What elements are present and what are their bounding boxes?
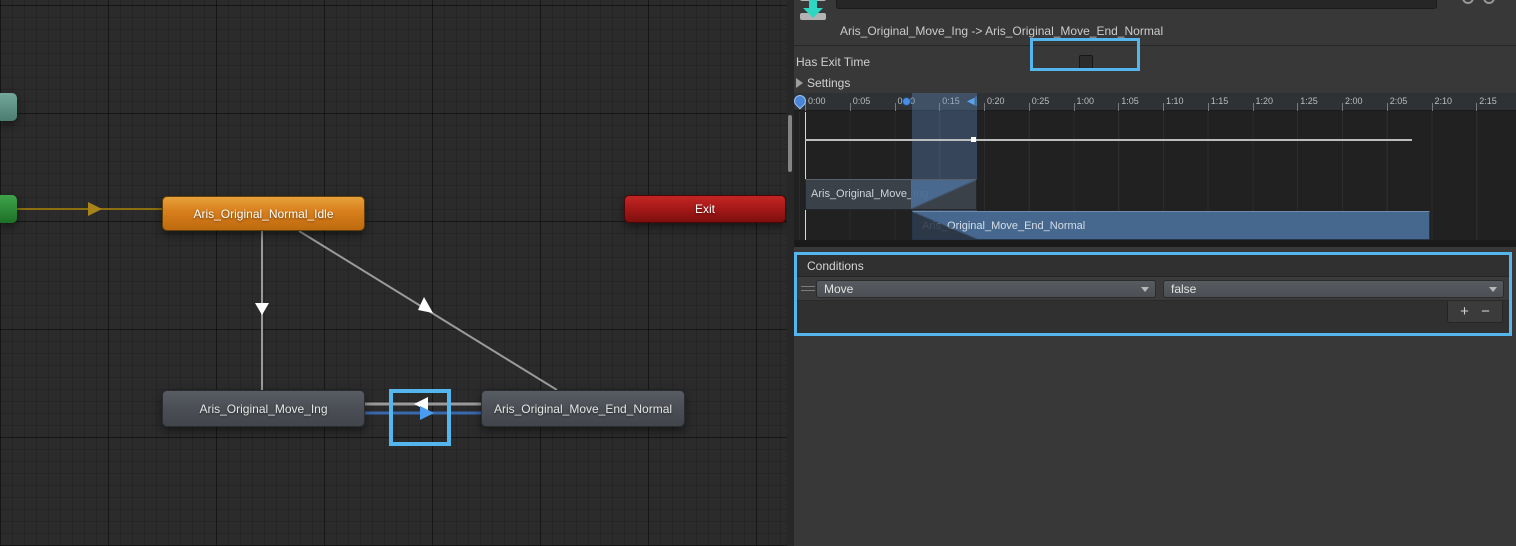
graph-vertical-scrollbar[interactable] — [787, 0, 794, 546]
remove-condition-button[interactable]: − — [1481, 304, 1490, 319]
transition-icon — [800, 0, 828, 22]
blend-curve-line — [805, 139, 1412, 141]
node-move-ing-label: Aris_Original_Move_Ing — [199, 402, 327, 416]
node-entry[interactable] — [0, 195, 17, 223]
transition-arrow-entry-icon — [88, 202, 102, 216]
clip-bar-outgoing[interactable]: Aris_Original_Move_Ing — [805, 179, 977, 210]
clip-bar-incoming[interactable]: Aris_Original_Move_End_Normal — [912, 211, 1430, 240]
transition-start-handle[interactable] — [902, 97, 911, 106]
node-exit[interactable]: Exit — [624, 195, 786, 223]
help-icon[interactable] — [1462, 0, 1474, 4]
conditions-footer: + − — [797, 301, 1509, 335]
inspector-panel: Aris_Original_Move_Ing -> Aris_Original_… — [794, 0, 1516, 546]
crossfade-in-shape — [913, 212, 977, 239]
state-machine-graph[interactable]: Aris_Original_Normal_Idle Exit Aris_Orig… — [0, 0, 787, 546]
node-move-ing[interactable]: Aris_Original_Move_Ing — [162, 390, 365, 427]
settings-foldout-icon[interactable] — [796, 78, 803, 88]
transition-lines[interactable] — [0, 0, 787, 546]
transition-highlight-box — [389, 389, 451, 446]
transition-end-handle[interactable]: ◀| — [967, 96, 977, 108]
node-move-end[interactable]: Aris_Original_Move_End_Normal — [481, 390, 685, 427]
animator-window: Aris_Original_Normal_Idle Exit Aris_Orig… — [0, 0, 1516, 546]
conditions-header-label: Conditions — [807, 259, 864, 273]
has-exit-time-label: Has Exit Time — [796, 55, 870, 69]
node-any-state[interactable] — [0, 93, 17, 121]
chevron-down-icon — [1141, 287, 1149, 292]
condition-parameter-dropdown[interactable]: Move — [816, 280, 1156, 298]
drag-handle-icon[interactable] — [801, 286, 815, 291]
condition-row[interactable]: Move false — [797, 277, 1509, 301]
transition-title: Aris_Original_Move_Ing -> Aris_Original_… — [840, 24, 1163, 38]
timeline-bottom-strip — [794, 240, 1516, 247]
has-exit-time-highlight-box — [1030, 38, 1140, 71]
condition-value: false — [1171, 282, 1196, 296]
node-exit-label: Exit — [695, 202, 715, 216]
add-condition-button[interactable]: + — [1460, 304, 1469, 319]
settings-gear-icon[interactable] — [1483, 0, 1495, 4]
blend-curve-keyframe[interactable] — [971, 137, 976, 142]
inspector-header: Aris_Original_Move_Ing -> Aris_Original_… — [794, 0, 1516, 46]
transition-arrow-down-icon — [255, 303, 269, 315]
node-idle-label: Aris_Original_Normal_Idle — [193, 207, 333, 221]
conditions-header: Conditions — [797, 255, 1509, 277]
playhead-line — [805, 112, 806, 240]
condition-parameter-value: Move — [824, 282, 853, 296]
graph-scrollbar-thumb[interactable] — [788, 115, 792, 172]
chevron-down-icon — [1489, 287, 1497, 292]
conditions-panel: Conditions Move false + − — [794, 252, 1512, 336]
transition-timeline[interactable]: 0:000:050:100:150:200:251:001:051:101:15… — [794, 93, 1516, 247]
settings-label[interactable]: Settings — [807, 76, 850, 90]
node-idle[interactable]: Aris_Original_Normal_Idle — [162, 196, 365, 231]
list-footer-buttons: + − — [1447, 301, 1503, 323]
node-move-end-label: Aris_Original_Move_End_Normal — [494, 402, 672, 416]
condition-value-dropdown[interactable]: false — [1163, 280, 1504, 298]
crossfade-out-shape — [911, 180, 976, 209]
header-separator — [794, 45, 1516, 46]
transition-name-field[interactable] — [836, 0, 1437, 9]
